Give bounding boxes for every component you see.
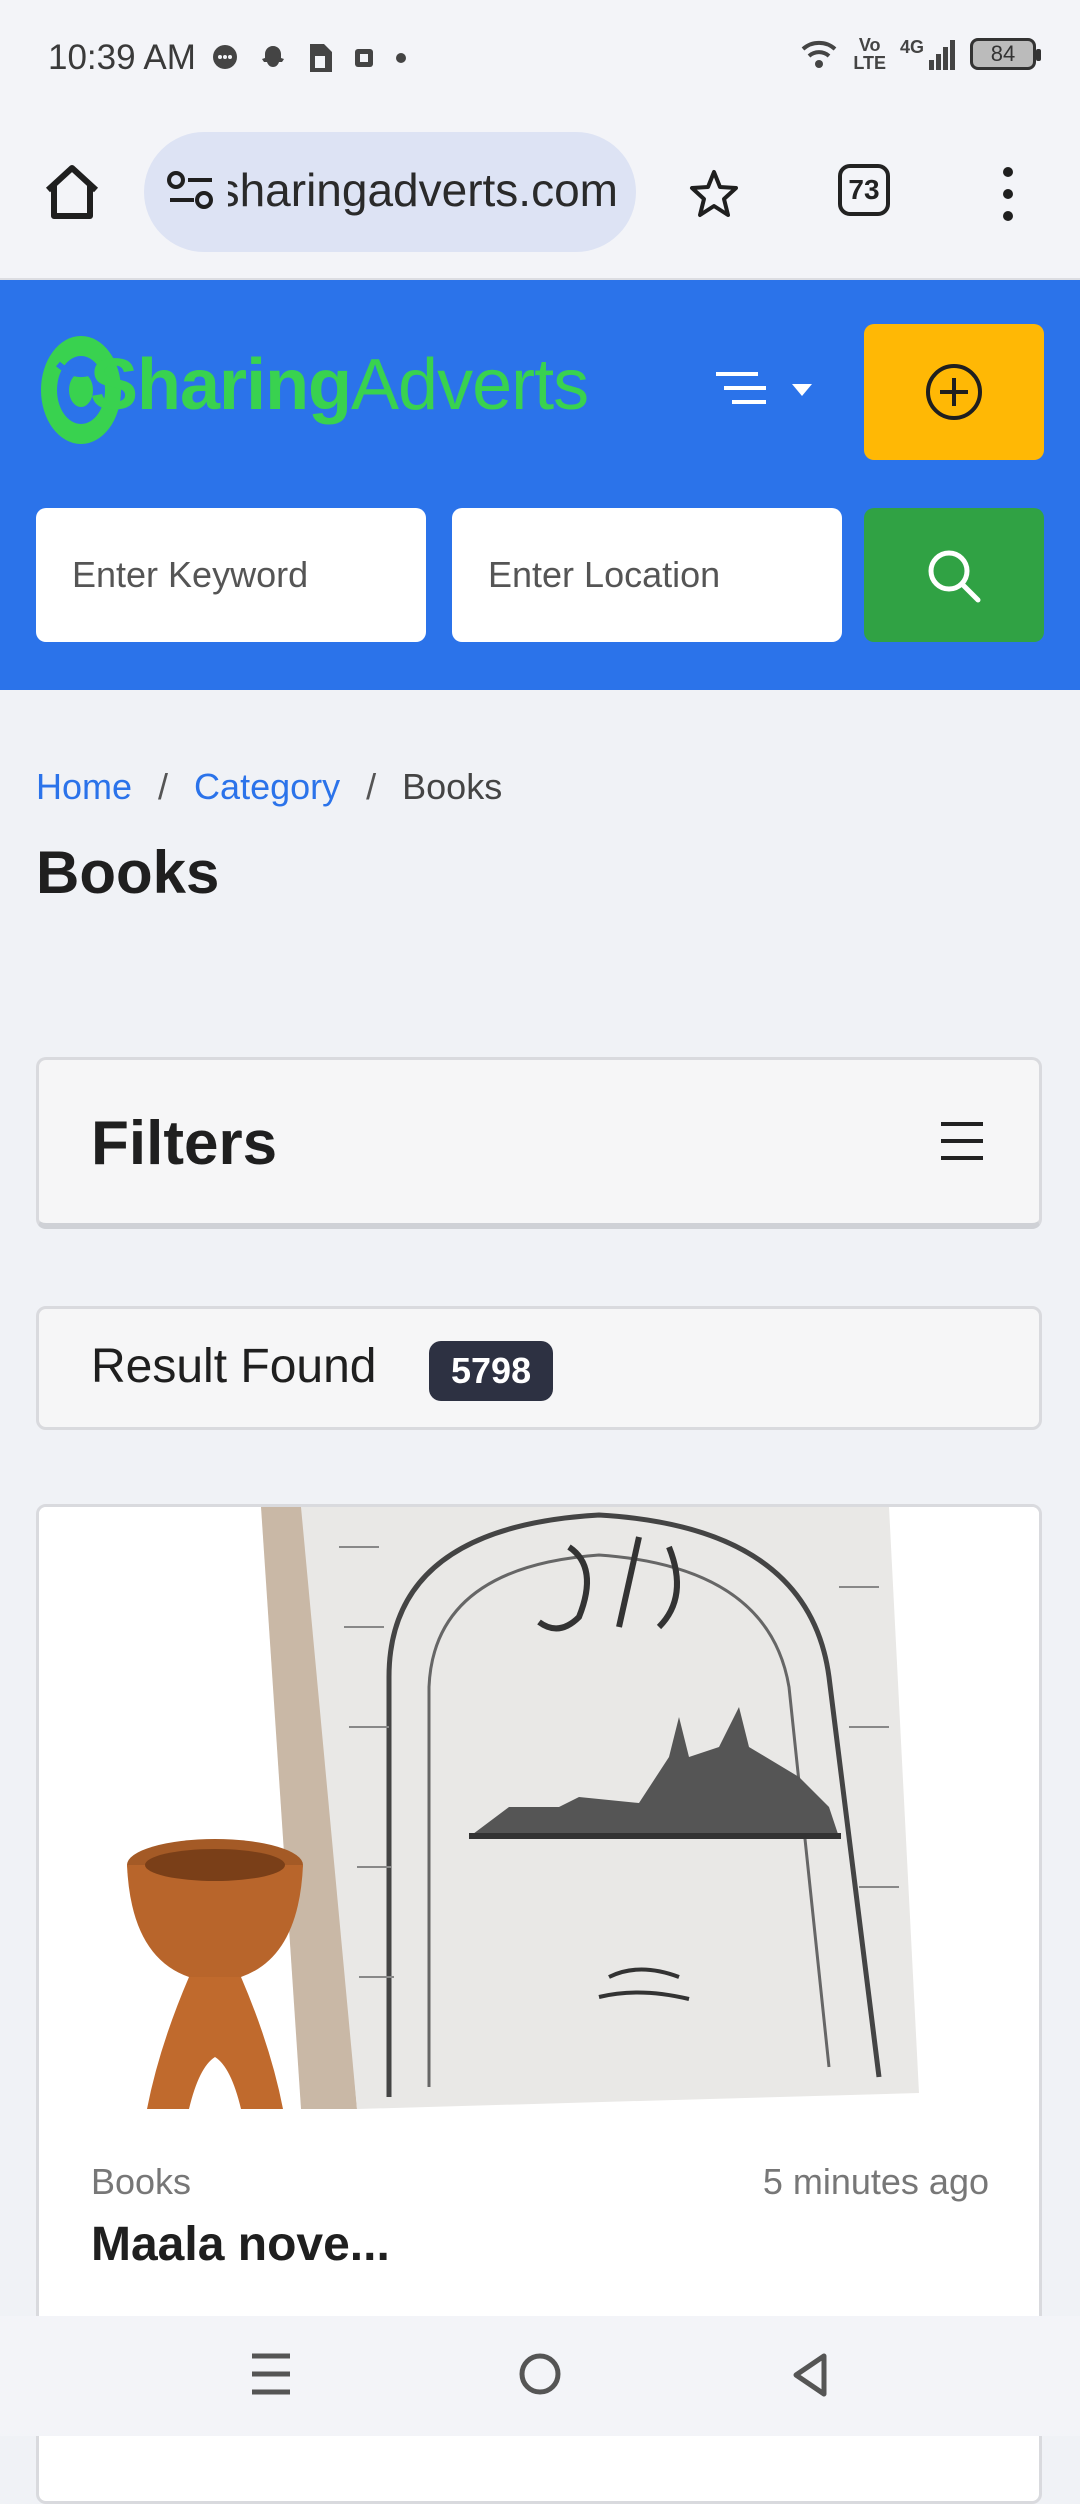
keyword-input[interactable]	[36, 508, 426, 642]
status-time: 10:39 AM	[48, 38, 196, 77]
recent-apps-icon[interactable]	[250, 2352, 292, 2396]
home-nav-icon[interactable]	[518, 2352, 562, 2396]
page-title: Books	[36, 839, 220, 906]
filters-menu-icon[interactable]	[939, 1120, 985, 1162]
star-icon[interactable]	[688, 168, 740, 220]
filters-panel[interactable]: Filters	[36, 1057, 1042, 1229]
search-icon	[928, 550, 981, 603]
network-type: 4G	[899, 37, 924, 57]
system-nav-bar	[0, 2316, 1080, 2436]
breadcrumb-home[interactable]: Home	[36, 766, 132, 808]
breadcrumb-separator: /	[366, 766, 377, 807]
listing-category: Books	[91, 2161, 192, 2202]
search-button[interactable]	[864, 508, 1044, 642]
filters-title: Filters	[91, 1109, 278, 1178]
home-icon[interactable]	[40, 160, 104, 224]
nfc-icon	[355, 49, 373, 67]
signal-icon	[929, 40, 955, 70]
sim-icon	[310, 44, 332, 72]
menu-dropdown-icon[interactable]	[710, 360, 820, 420]
listing-image[interactable]	[39, 1507, 1039, 2109]
chat-icon	[213, 45, 237, 69]
brand-primary: Sharing	[90, 345, 352, 425]
brand-secondary: Adverts	[351, 345, 589, 425]
listing-time: 5 minutes ago	[762, 2161, 989, 2202]
listing-title[interactable]: Maala nove...	[91, 2217, 390, 2272]
breadcrumb-current: Books	[402, 766, 503, 807]
site-settings-icon[interactable]	[166, 170, 216, 210]
brand-name[interactable]: SharingAdverts	[90, 344, 589, 426]
snapchat-icon	[262, 46, 284, 67]
breadcrumb: Home / Category / Books	[36, 766, 502, 808]
status-right: Vo LTE 4G 84	[799, 35, 1041, 73]
add-listing-button[interactable]	[864, 324, 1044, 460]
wifi-icon	[801, 40, 837, 68]
back-icon[interactable]	[790, 2352, 830, 2398]
url-text[interactable]: sharingadverts.com	[228, 163, 618, 217]
more-icon[interactable]	[996, 164, 1020, 224]
breadcrumb-separator: /	[158, 766, 169, 807]
dot-icon	[396, 53, 406, 63]
breadcrumb-category[interactable]: Category	[194, 766, 340, 808]
battery-indicator: 84	[970, 38, 1041, 70]
result-summary: Result Found 5798	[36, 1306, 1042, 1430]
status-bar: 10:39 AM Vo LTE 4G 84	[0, 0, 1080, 118]
plus-circle-icon	[926, 364, 982, 420]
location-input[interactable]	[452, 508, 842, 642]
result-label: Result Found	[91, 1340, 377, 1393]
tab-switcher-button[interactable]: 73	[838, 164, 890, 216]
signal-indicator: 4G	[900, 38, 956, 70]
volte-label: Vo LTE	[853, 35, 886, 73]
result-count-badge: 5798	[429, 1341, 554, 1401]
notification-icons	[210, 38, 408, 78]
